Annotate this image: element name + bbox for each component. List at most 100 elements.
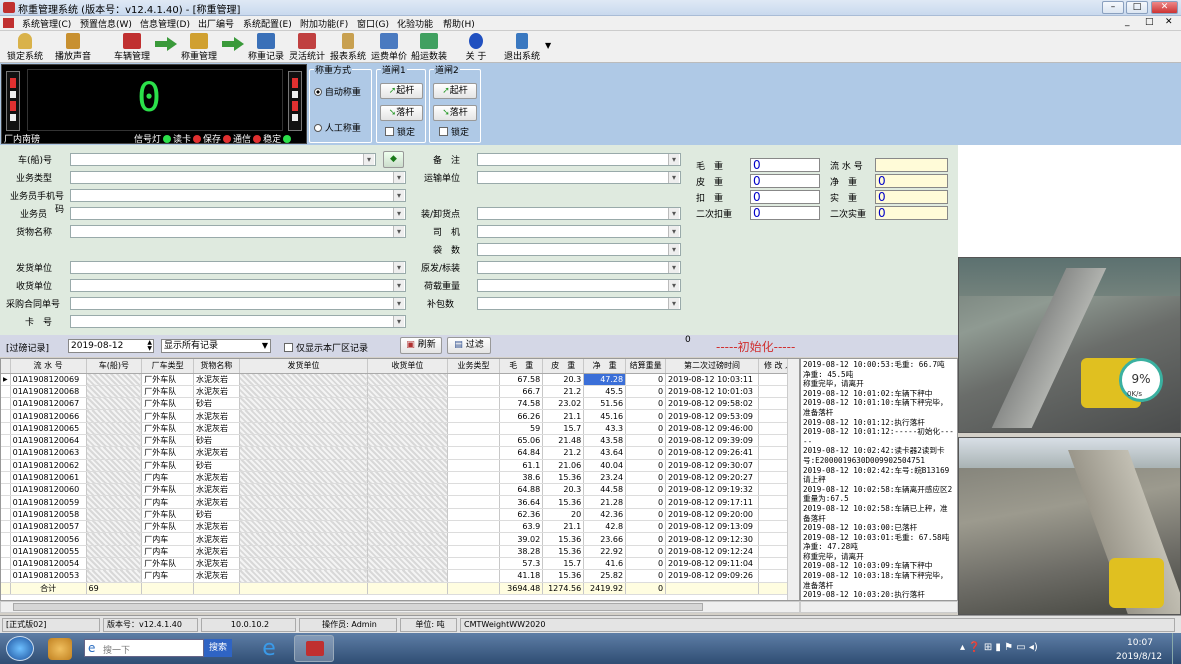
toolbar-dropdown-icon[interactable]: ▼ xyxy=(545,41,551,50)
table-row[interactable]: ▶ 01A1908120069 厂外车队 水泥灰岩 67.58 20.3 47.28 0 201… xyxy=(1,373,799,386)
ship-data-button[interactable]: 船运数装 xyxy=(410,33,448,62)
maximize-button[interactable]: □ xyxy=(1126,1,1148,14)
gate2-lock-checkbox[interactable]: 锁定 xyxy=(439,125,469,138)
contract-combo[interactable] xyxy=(70,297,406,310)
about-button[interactable]: 关 于 xyxy=(459,33,493,62)
menu-lab[interactable]: 化验功能 xyxy=(397,17,433,30)
column-header[interactable]: 流 水 号 xyxy=(10,359,87,374)
column-header[interactable]: 货物名称 xyxy=(193,359,240,374)
menu-info[interactable]: 信息管理(D) xyxy=(140,17,190,30)
table-row[interactable]: 01A1908120062 厂外车队 砂岩 61.1 21.06 40.04 0 2019-0… xyxy=(1,459,799,472)
search-box[interactable]: e 搜一下 xyxy=(84,639,204,657)
column-header[interactable]: 毛 重 xyxy=(499,359,544,374)
column-header[interactable]: 收货单位 xyxy=(367,359,448,374)
deduct-weight-field[interactable]: 0 xyxy=(750,190,820,204)
vehicle-manage-button[interactable]: 车辆管理 xyxy=(112,33,152,62)
table-row[interactable]: 01A1908120059 厂内车 水泥灰岩 36.64 15.36 21.28 0 2019… xyxy=(1,495,799,509)
weigh-app-taskbar-button[interactable] xyxy=(294,635,334,662)
tare-weight-field[interactable]: 0 xyxy=(750,174,820,188)
vehicle-combo[interactable] xyxy=(70,153,376,166)
bags-combo[interactable] xyxy=(477,243,681,256)
start-button[interactable] xyxy=(6,636,34,661)
serial-no-field[interactable] xyxy=(875,158,948,172)
pack-combo[interactable] xyxy=(477,261,681,274)
column-header[interactable]: 结算重量 xyxy=(625,359,667,374)
tray-icons[interactable]: ▴ ❓ ⊞ ▮ ⚑ ▭ ◂) xyxy=(960,642,1038,653)
hscroll-thumb[interactable] xyxy=(13,603,703,611)
weigh-records-table[interactable]: 流 水 号车(船)号 厂车类型 货物名称 发货单位 收货单位 业务类型毛 重皮 重净 重结… xyxy=(0,358,800,601)
menu-window[interactable]: 窗口(G) xyxy=(357,17,389,30)
table-row[interactable]: 01A1908120061 厂内车 水泥灰岩 38.6 15.36 23.24 0 2019-… xyxy=(1,471,799,485)
table-row[interactable]: 01A1908120063 厂外车队 水泥灰岩 64.84 21.2 43.64 0 2019… xyxy=(1,446,799,460)
report-button[interactable]: 报表系统 xyxy=(329,33,367,62)
mdi-restore-button[interactable]: □ xyxy=(1145,17,1154,27)
mdi-minimize-button[interactable]: _ xyxy=(1125,17,1130,27)
auto-weigh-radio[interactable]: 自动称重 xyxy=(314,85,361,98)
stats-button[interactable]: 灵活统计 xyxy=(288,33,326,62)
manual-weigh-radio[interactable]: 人工称重 xyxy=(314,121,361,134)
goods-combo[interactable] xyxy=(70,225,406,238)
show-desktop-button[interactable] xyxy=(1172,633,1181,664)
refresh-button[interactable]: ▣ 刷新 xyxy=(400,337,442,354)
ie-browser-icon[interactable]: e xyxy=(256,637,282,661)
net-weight-field[interactable]: 0 xyxy=(875,174,948,188)
vertical-scrollbar[interactable] xyxy=(787,359,799,600)
table-row[interactable]: 01A1908120054 厂外车队 水泥灰岩 57.3 15.7 41.6 0 2019-0… xyxy=(1,557,799,571)
column-header[interactable]: 业务类型 xyxy=(447,359,501,374)
menu-config[interactable]: 系统配置(E) xyxy=(243,17,292,30)
driver-combo[interactable] xyxy=(477,225,681,238)
bag-fill-combo[interactable] xyxy=(477,297,681,310)
clerk-phone-combo[interactable] xyxy=(70,189,406,202)
search-submit-button[interactable]: 搜索 xyxy=(204,639,232,657)
gate2-lower-button[interactable]: ➘落杆 xyxy=(433,105,477,121)
play-sound-button[interactable]: 播放声音 xyxy=(52,33,94,62)
menu-factory-no[interactable]: 出厂编号 xyxy=(198,17,234,30)
transport-combo[interactable] xyxy=(477,171,681,184)
card-combo[interactable] xyxy=(70,315,406,328)
explorer-icon[interactable] xyxy=(48,638,72,660)
table-row[interactable]: 01A1908120058 厂外车队 砂岩 62.36 20 42.36 0 2019-08-… xyxy=(1,508,799,522)
column-header[interactable]: 厂车类型 xyxy=(141,359,194,374)
table-row[interactable]: 01A1908120068 厂外车队 水泥灰岩 66.7 21.2 45.5 0 2019-0… xyxy=(1,385,799,399)
grid-hscroll[interactable] xyxy=(0,601,800,613)
load-place-combo[interactable] xyxy=(477,207,681,220)
table-row[interactable]: 01A1908120056 厂内车 水泥灰岩 39.02 15.36 23.66 0 2019… xyxy=(1,532,799,546)
receiver-combo[interactable] xyxy=(70,279,406,292)
gate1-lower-button[interactable]: ➘落杆 xyxy=(380,105,423,121)
table-row[interactable]: 01A1908120066 厂外车队 水泥灰岩 66.26 21.1 45.16 0 2019… xyxy=(1,409,799,423)
minimize-button[interactable]: – xyxy=(1102,1,1124,14)
date-picker[interactable]: 2019-08-12 ▲ ▼ xyxy=(68,339,154,353)
table-row[interactable]: 01A1908120065 厂外车队 水泥灰岩 59 15.7 43.3 0 2019-08-… xyxy=(1,422,799,435)
column-header[interactable]: 发货单位 xyxy=(239,359,369,374)
table-row[interactable]: 01A1908120067 厂外车队 砂岩 74.58 23.02 51.56 0 2019-… xyxy=(1,397,799,411)
vehicle-lookup-button[interactable]: ◆ xyxy=(383,151,404,168)
second-real-field[interactable]: 0 xyxy=(875,206,948,220)
column-header[interactable]: 净 重 xyxy=(583,359,627,374)
clerk-combo[interactable] xyxy=(70,207,406,220)
column-header[interactable]: 第二次过磅时间 xyxy=(665,359,759,374)
menu-preset[interactable]: 预置信息(W) xyxy=(80,17,132,30)
table-row[interactable]: 01A1908120064 厂外车队 砂岩 65.06 21.48 43.58 0 2019-… xyxy=(1,434,799,448)
freight-price-button[interactable]: 运费单价 xyxy=(370,33,408,62)
biz-type-combo[interactable] xyxy=(70,171,406,184)
table-row[interactable]: 01A1908120055 厂内车 水泥灰岩 38.28 15.36 22.92 0 2019… xyxy=(1,545,799,558)
column-header[interactable]: 车(船)号 xyxy=(86,359,143,374)
gross-weight-field[interactable]: 0 xyxy=(750,158,820,172)
menu-addon[interactable]: 附加功能(F) xyxy=(300,17,348,30)
table-row[interactable]: 01A1908120060 厂外车队 水泥灰岩 64.88 20.3 44.58 0 2019… xyxy=(1,483,799,497)
gate1-raise-button[interactable]: ➚起杆 xyxy=(380,83,423,99)
record-filter-select[interactable]: 显示所有记录 ▼ xyxy=(161,339,271,353)
filter-button[interactable]: ▤ 过滤 xyxy=(447,337,491,354)
exit-system-button[interactable]: 退出系统 xyxy=(502,33,542,62)
gate1-lock-checkbox[interactable]: 锁定 xyxy=(385,125,415,138)
only-local-checkbox[interactable]: 仅显示本厂区记录 xyxy=(284,341,368,354)
table-row[interactable]: 01A1908120053 厂内车 水泥灰岩 41.18 15.36 25.82 0 2019… xyxy=(1,569,799,583)
remark-combo[interactable] xyxy=(477,153,681,166)
menu-help[interactable]: 帮助(H) xyxy=(443,17,475,30)
gate2-raise-button[interactable]: ➚起杆 xyxy=(433,83,477,99)
real-weight-field[interactable]: 0 xyxy=(875,190,948,204)
load-weight-combo[interactable] xyxy=(477,279,681,292)
weigh-record-button[interactable]: 称重记录 xyxy=(247,33,285,62)
weigh-manage-button[interactable]: 称重管理 xyxy=(179,33,219,62)
menu-system[interactable]: 系统管理(C) xyxy=(22,17,71,30)
